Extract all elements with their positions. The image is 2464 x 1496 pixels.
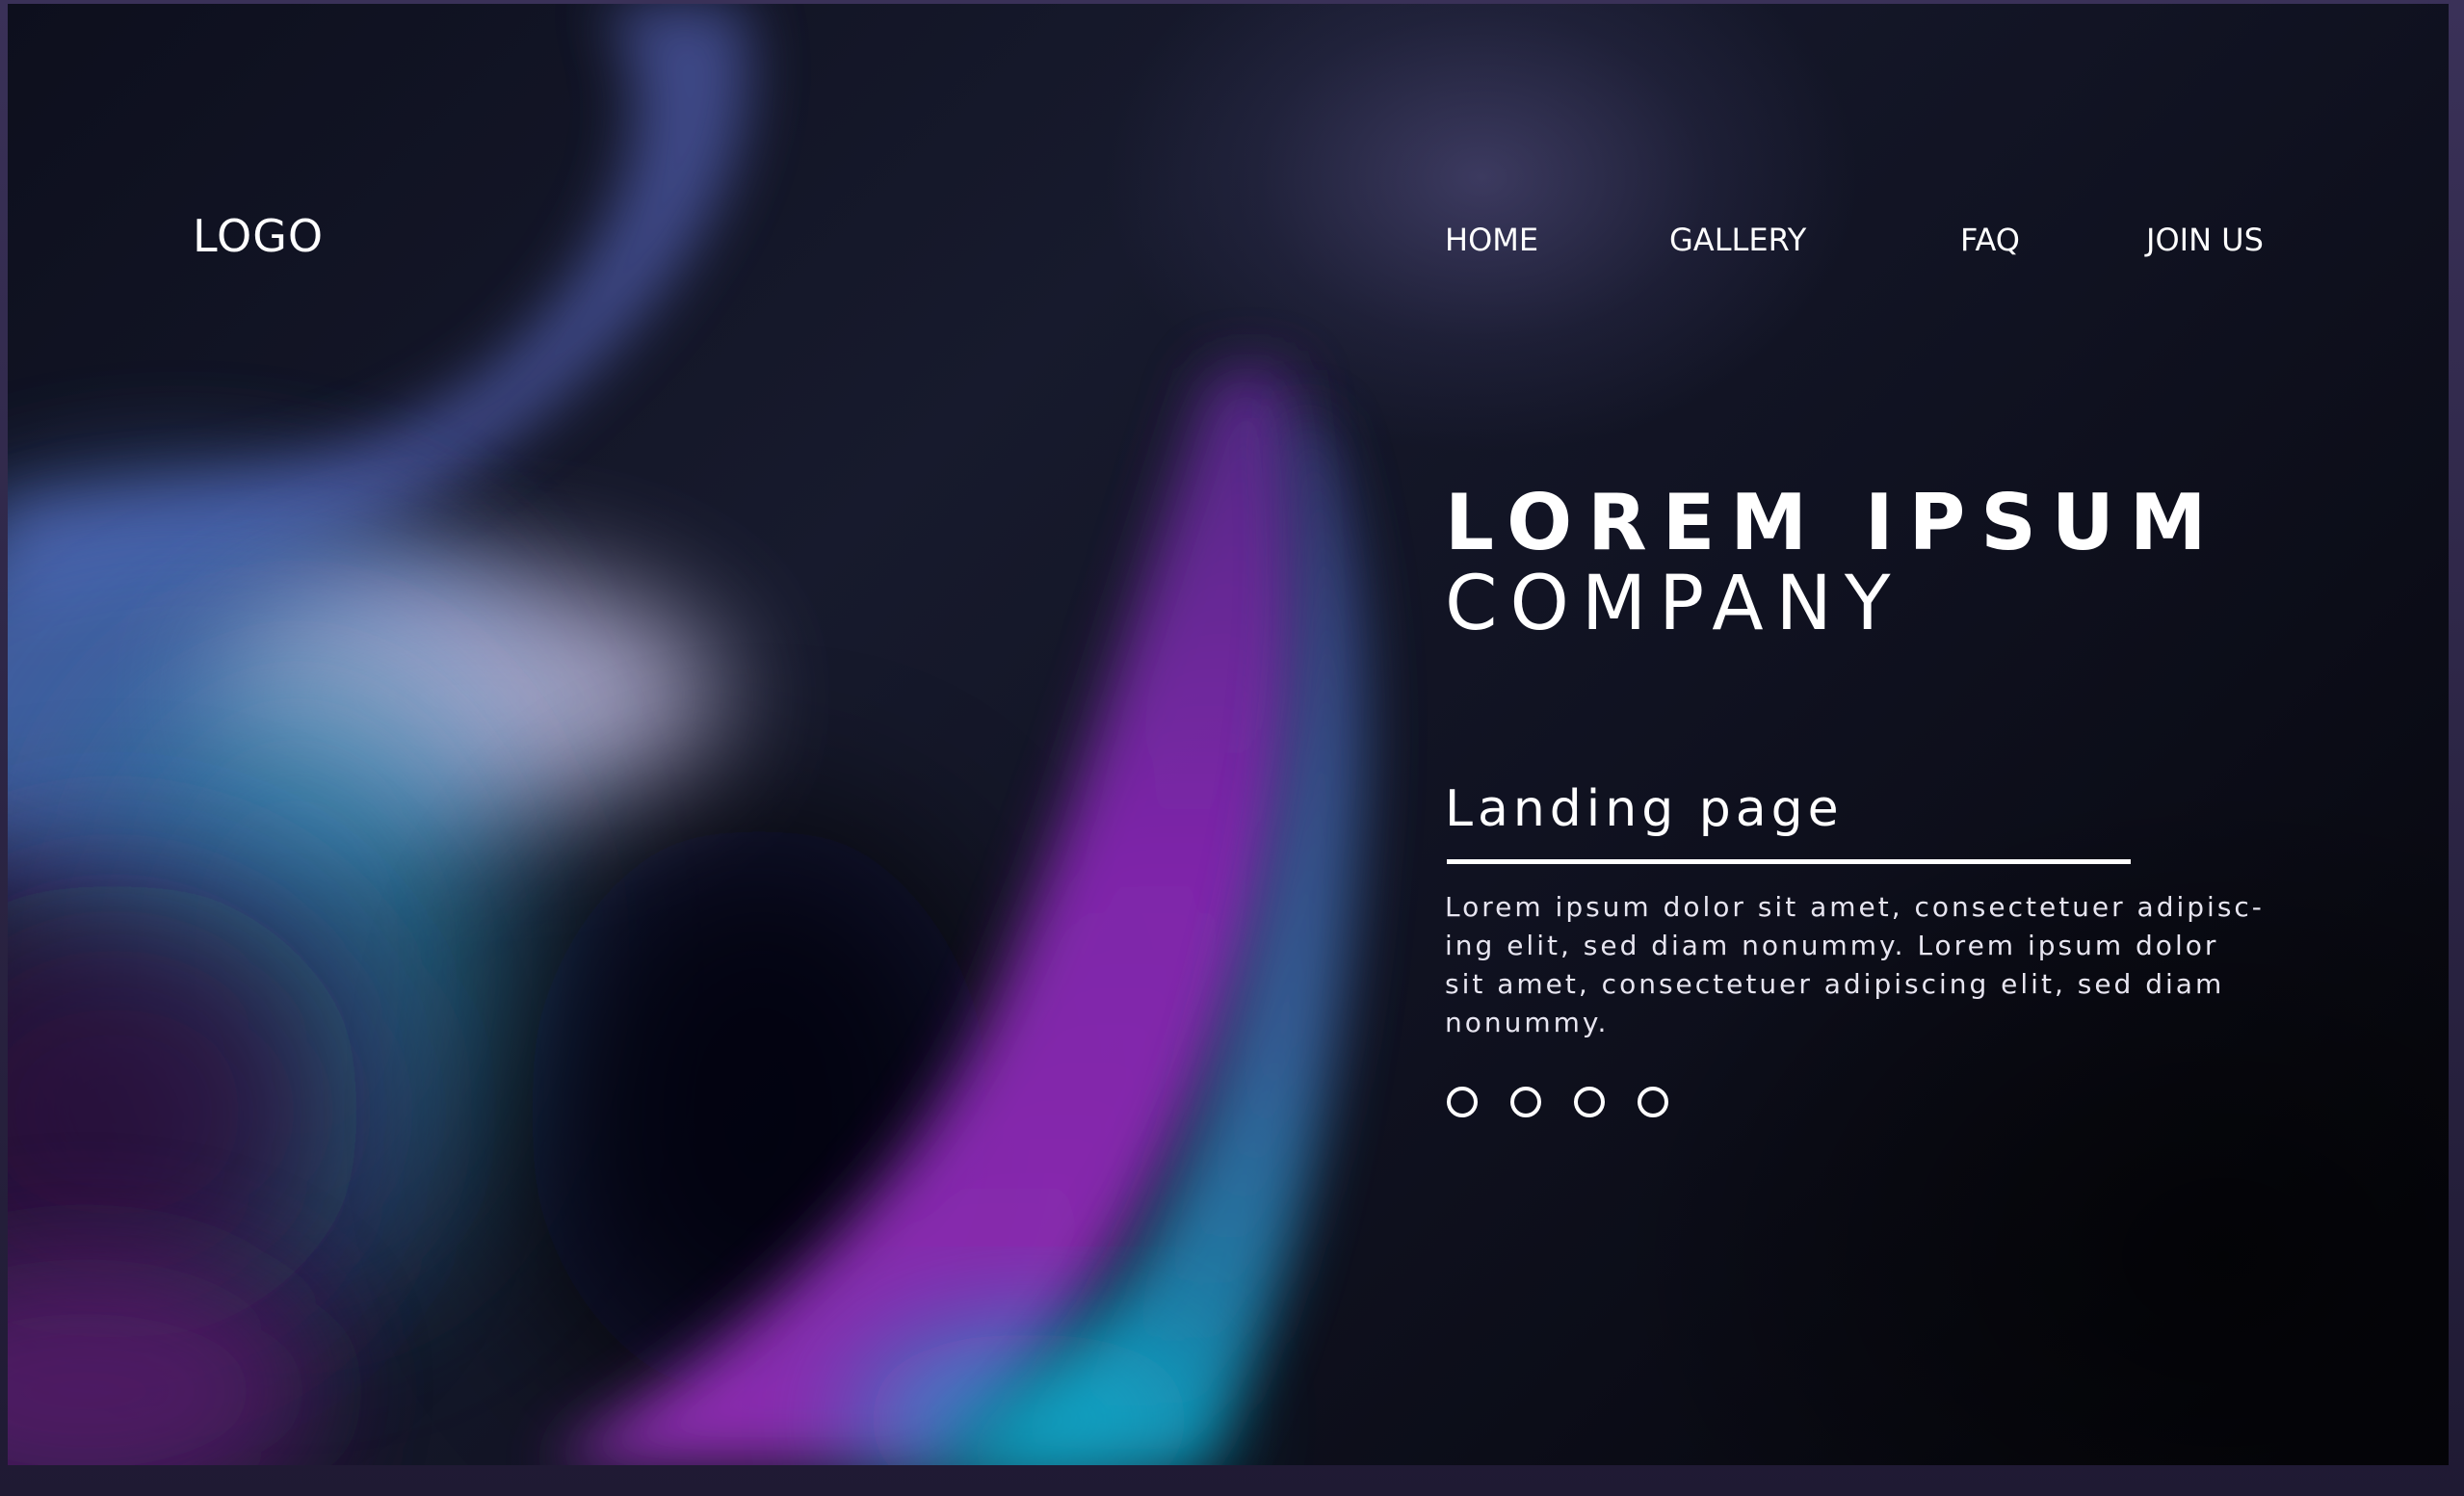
nav-gallery-link[interactable]: GALLERY bbox=[1669, 222, 1806, 258]
hero-section: LOGO HOME GALLERY FAQ JOIN US LOREM IPSU… bbox=[8, 4, 2449, 1465]
hero-title-line1: LOREM IPSUM bbox=[1445, 478, 2222, 567]
nav-faq-link[interactable]: FAQ bbox=[1960, 222, 2020, 258]
hero-title-line2: COMPANY bbox=[1445, 561, 1903, 647]
hero-description-line: Lorem ipsum dolor sit amet, consectetuer… bbox=[1445, 891, 2265, 923]
subtitle-divider bbox=[1447, 859, 2131, 864]
pagination-dot-4[interactable] bbox=[1638, 1087, 1668, 1117]
abstract-gradient-background bbox=[8, 4, 1364, 1465]
nav-home-link[interactable]: HOME bbox=[1445, 222, 1538, 258]
nav-join-us-link[interactable]: JOIN US bbox=[2146, 222, 2264, 258]
pagination-dot-1[interactable] bbox=[1447, 1087, 1478, 1117]
pagination-dot-3[interactable] bbox=[1574, 1087, 1605, 1117]
slider-pagination bbox=[1447, 1087, 1668, 1117]
hero-subtitle: Landing page bbox=[1445, 780, 1844, 838]
hero-description-line: ing elit, sed diam nonummy. Lorem ipsum … bbox=[1445, 930, 2219, 961]
hero-description: Lorem ipsum dolor sit amet, consectetuer… bbox=[1445, 888, 2273, 1042]
logo[interactable]: LOGO bbox=[193, 210, 324, 262]
pagination-dot-2[interactable] bbox=[1510, 1087, 1541, 1117]
hero-description-line: nonummy. bbox=[1445, 1007, 1610, 1038]
page-frame: LOGO HOME GALLERY FAQ JOIN US LOREM IPSU… bbox=[0, 0, 2464, 1496]
hero-description-line: sit amet, consectetuer adipiscing elit, … bbox=[1445, 968, 2225, 1000]
